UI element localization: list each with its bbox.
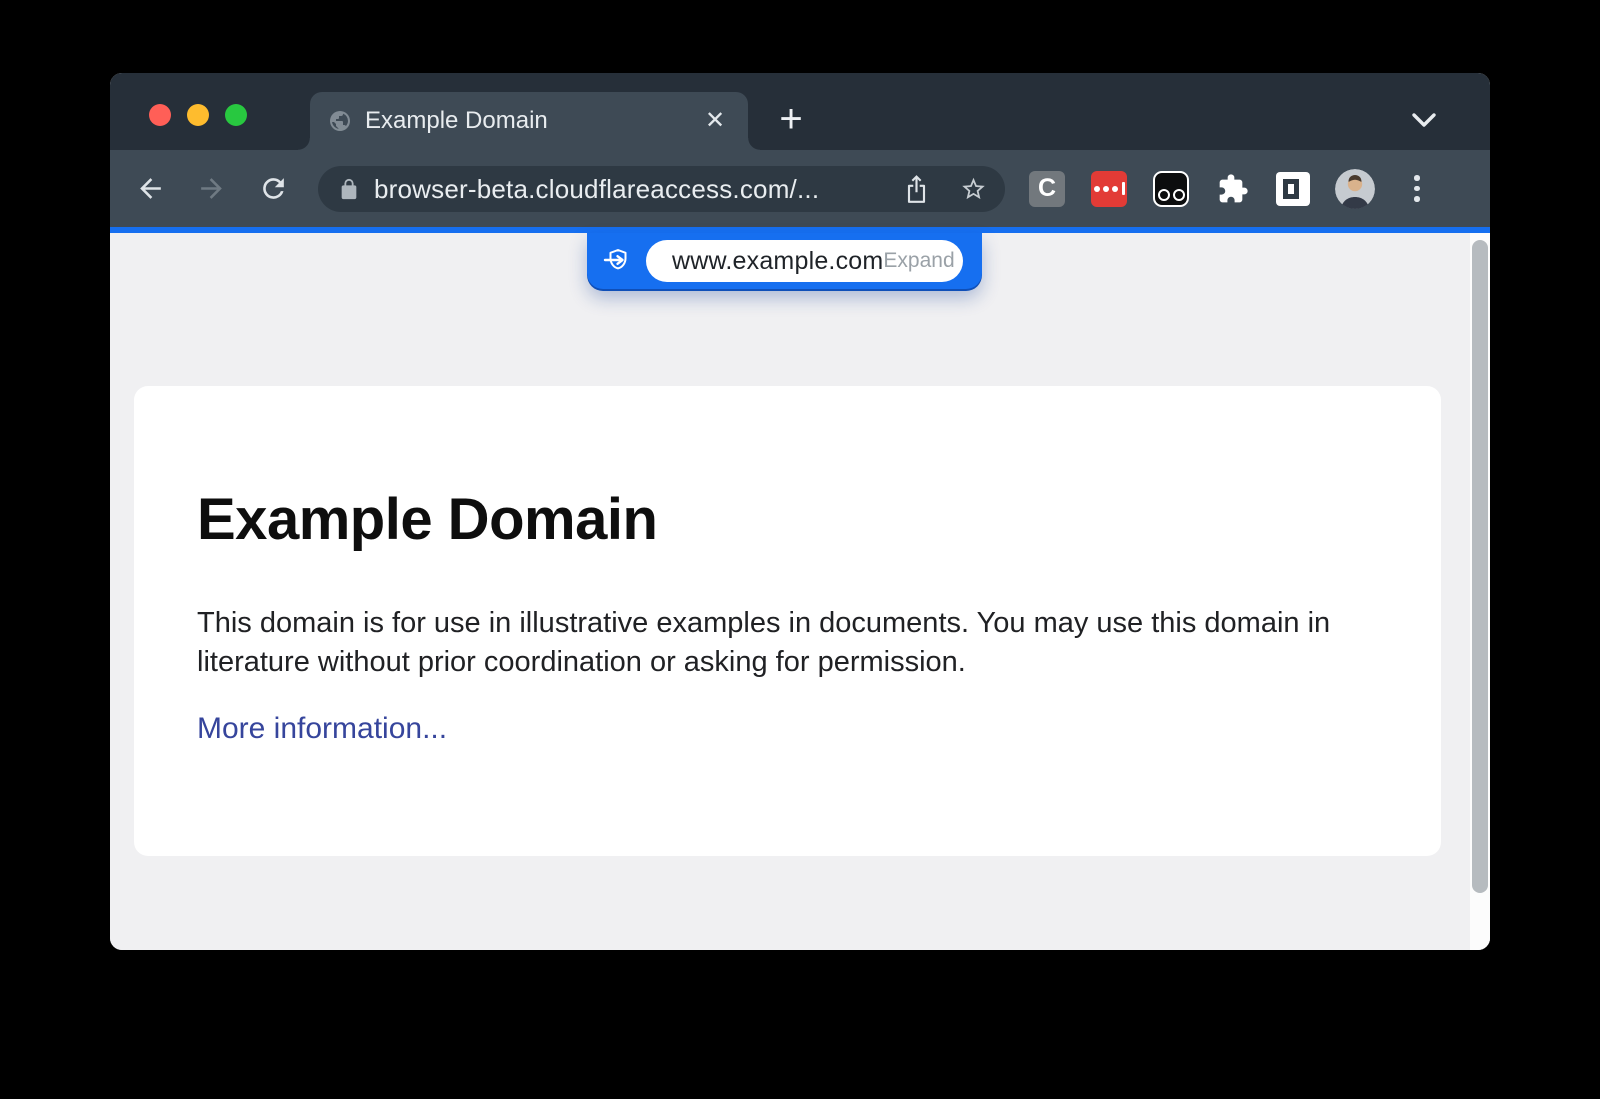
fullscreen-window-button[interactable] (225, 104, 247, 126)
page-title: Example Domain (197, 486, 657, 553)
globe-favicon-icon (328, 109, 352, 133)
side-panel-icon[interactable] (1276, 172, 1310, 206)
shield-arrow-icon (602, 248, 632, 274)
tab-close-icon[interactable]: ✕ (700, 106, 730, 136)
tab-title: Example Domain (365, 107, 548, 135)
extension-password-manager-icon[interactable] (1091, 171, 1127, 207)
extensions-puzzle-icon[interactable] (1217, 173, 1249, 205)
share-icon[interactable] (903, 174, 930, 204)
forward-button[interactable] (196, 173, 227, 204)
url-text: browser-beta.cloudflareaccess.com/... (374, 174, 819, 205)
window-controls (149, 104, 247, 126)
tab-example-domain[interactable]: Example Domain ✕ (310, 92, 748, 150)
browser-menu-icon[interactable] (1408, 172, 1426, 206)
new-tab-button[interactable]: + (770, 100, 812, 142)
tab-search-chevron-icon[interactable] (1410, 111, 1438, 129)
isolation-badge: www.example.com Expand (587, 233, 982, 289)
browser-window: Example Domain ✕ + browser-beta.cloudfla… (110, 73, 1490, 950)
address-bar[interactable]: browser-beta.cloudflareaccess.com/... (318, 166, 1005, 212)
page-viewport: www.example.com Expand Example Domain Th… (110, 233, 1490, 950)
profile-avatar[interactable] (1335, 169, 1375, 209)
extension-c-label: C (1038, 174, 1056, 203)
reload-button[interactable] (258, 173, 289, 204)
lock-icon[interactable] (338, 176, 360, 202)
bookmark-star-icon[interactable] (960, 174, 987, 204)
more-information-link[interactable]: More information... (197, 712, 447, 746)
isolated-domain-text: www.example.com (672, 247, 883, 276)
expand-button[interactable]: Expand (883, 249, 954, 273)
extension-binoculars-icon[interactable] (1153, 171, 1189, 207)
minimize-window-button[interactable] (187, 104, 209, 126)
browser-toolbar: browser-beta.cloudflareaccess.com/... C (110, 150, 1490, 227)
isolation-domain-pill[interactable]: www.example.com Expand (646, 240, 963, 282)
tab-strip: Example Domain ✕ + (110, 73, 1490, 150)
avatar-image (1335, 169, 1375, 209)
extension-c-icon[interactable]: C (1029, 171, 1065, 207)
content-card: Example Domain This domain is for use in… (134, 386, 1441, 856)
page-body-text: This domain is for use in illustrative e… (197, 604, 1357, 682)
back-button[interactable] (135, 173, 166, 204)
scrollbar-thumb[interactable] (1472, 240, 1488, 893)
close-window-button[interactable] (149, 104, 171, 126)
